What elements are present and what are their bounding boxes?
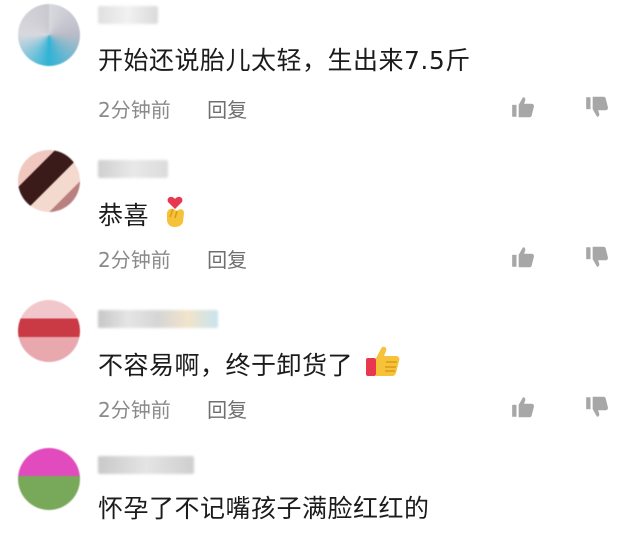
comment-meta: 2分钟前 回复	[98, 94, 247, 123]
finger-heart-emoji-icon	[167, 196, 185, 227]
reply-button[interactable]: 回复	[207, 98, 247, 122]
username-redacted	[98, 160, 168, 178]
reply-button[interactable]: 回复	[207, 398, 247, 422]
timestamp: 2分钟前	[98, 98, 171, 122]
timestamp: 2分钟前	[98, 398, 171, 422]
thumbs-up-icon[interactable]	[510, 94, 536, 120]
username-redacted	[98, 456, 194, 474]
avatar[interactable]	[18, 150, 80, 212]
avatar[interactable]	[18, 4, 80, 66]
comment-text-content: 不容易啊，终于卸货了	[98, 351, 354, 380]
thumbs-up-icon[interactable]	[510, 394, 536, 420]
thumbs-up-emoji-icon	[366, 346, 400, 376]
avatar[interactable]	[18, 300, 80, 362]
comment-text: 恭喜	[98, 196, 189, 233]
thumbs-down-icon[interactable]	[584, 244, 610, 270]
comment-text-content: 恭喜	[98, 201, 150, 230]
username-redacted	[98, 310, 218, 328]
thumbs-down-icon[interactable]	[584, 94, 610, 120]
thumbs-up-icon[interactable]	[510, 244, 536, 270]
comment-meta: 2分钟前 回复	[98, 394, 247, 423]
comment-meta: 2分钟前 回复	[98, 244, 247, 273]
avatar[interactable]	[18, 448, 80, 510]
username-redacted	[98, 6, 158, 24]
comment-text: 不容易啊，终于卸货了	[98, 344, 401, 383]
timestamp: 2分钟前	[98, 248, 171, 272]
thumbs-down-icon[interactable]	[584, 394, 610, 420]
comment-text: 开始还说胎儿太轻，生出来7.5斤	[98, 46, 471, 75]
reply-button[interactable]: 回复	[207, 248, 247, 272]
comment-text: 怀孕了不记嘴孩子满脸红红的	[98, 494, 430, 523]
